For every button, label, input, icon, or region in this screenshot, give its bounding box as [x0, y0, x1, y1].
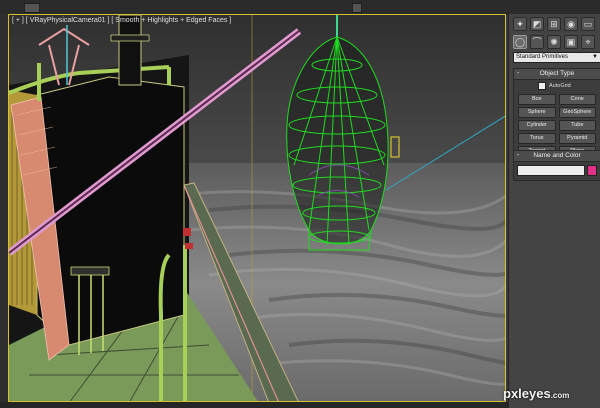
cylinder-button[interactable]: Cylinder	[518, 120, 556, 131]
object-type-title: Object Type	[539, 70, 575, 77]
autogrid-checkbox[interactable]	[538, 82, 546, 90]
top-toolbar	[0, 0, 600, 15]
collapse-icon: -	[517, 70, 520, 77]
viewport-label[interactable]: [ + ] [ VRayPhysicalCamera01 ] [ Smooth …	[12, 17, 231, 24]
collapse-icon: -	[517, 152, 520, 159]
helpers-icon[interactable]: ⌖	[581, 35, 595, 49]
cameras-icon[interactable]: ▣	[564, 35, 578, 49]
name-row	[514, 162, 600, 180]
name-color-rollout: - Name and Color	[513, 150, 600, 181]
toolbar-button[interactable]	[352, 3, 362, 13]
geosphere-button[interactable]: GeoSphere	[558, 107, 596, 118]
object-color-swatch[interactable]	[587, 165, 597, 176]
torus-button[interactable]: Torus	[518, 133, 556, 144]
hierarchy-icon[interactable]: ⊞	[547, 17, 561, 31]
chevron-down-icon: ▼	[592, 54, 598, 60]
box-button[interactable]: Box	[518, 94, 556, 105]
motion-icon[interactable]: ◉	[564, 17, 578, 31]
display-icon[interactable]: ▭	[581, 17, 595, 31]
geometry-icon[interactable]: ◯	[513, 35, 527, 49]
camera-viewport[interactable]: [ + ] [ VRayPhysicalCamera01 ] [ Smooth …	[8, 14, 506, 402]
object-type-rollout: - Object Type AutoGrid Box Cone Sphere G…	[513, 68, 600, 162]
dropdown-value: Standard Primitives	[516, 54, 569, 60]
cone-button[interactable]: Cone	[558, 94, 596, 105]
watermark: pxleyes.com	[503, 386, 569, 401]
create-icon[interactable]: ✦	[513, 17, 527, 31]
toolbar-button[interactable]	[24, 3, 40, 13]
command-panel-tabs: ✦ ◩ ⊞ ◉ ▭	[513, 17, 595, 33]
watermark-text: pxleyes	[503, 386, 551, 401]
name-color-title: Name and Color	[533, 152, 581, 159]
pyramid-button[interactable]: Pyramid	[558, 133, 596, 144]
shapes-icon[interactable]: ⌒	[530, 35, 544, 49]
name-color-header[interactable]: - Name and Color	[514, 151, 600, 162]
object-name-field[interactable]	[517, 165, 585, 176]
command-panel: ✦ ◩ ⊞ ◉ ▭ ◯ ⌒ ✺ ▣ ⌖ Standard Primitives …	[508, 14, 600, 408]
watermark-domain: .com	[550, 391, 570, 400]
autogrid-label: AutoGrid	[549, 83, 571, 89]
tube-button[interactable]: Tube	[558, 120, 596, 131]
modify-icon[interactable]: ◩	[530, 17, 544, 31]
viewport-scene	[9, 15, 505, 401]
autogrid-option[interactable]: AutoGrid	[514, 80, 600, 92]
sphere-button[interactable]: Sphere	[518, 107, 556, 118]
category-icons: ◯ ⌒ ✺ ▣ ⌖	[513, 35, 595, 51]
object-type-header[interactable]: - Object Type	[514, 69, 600, 80]
lights-icon[interactable]: ✺	[547, 35, 561, 49]
primitive-type-dropdown[interactable]: Standard Primitives ▼	[513, 52, 600, 63]
